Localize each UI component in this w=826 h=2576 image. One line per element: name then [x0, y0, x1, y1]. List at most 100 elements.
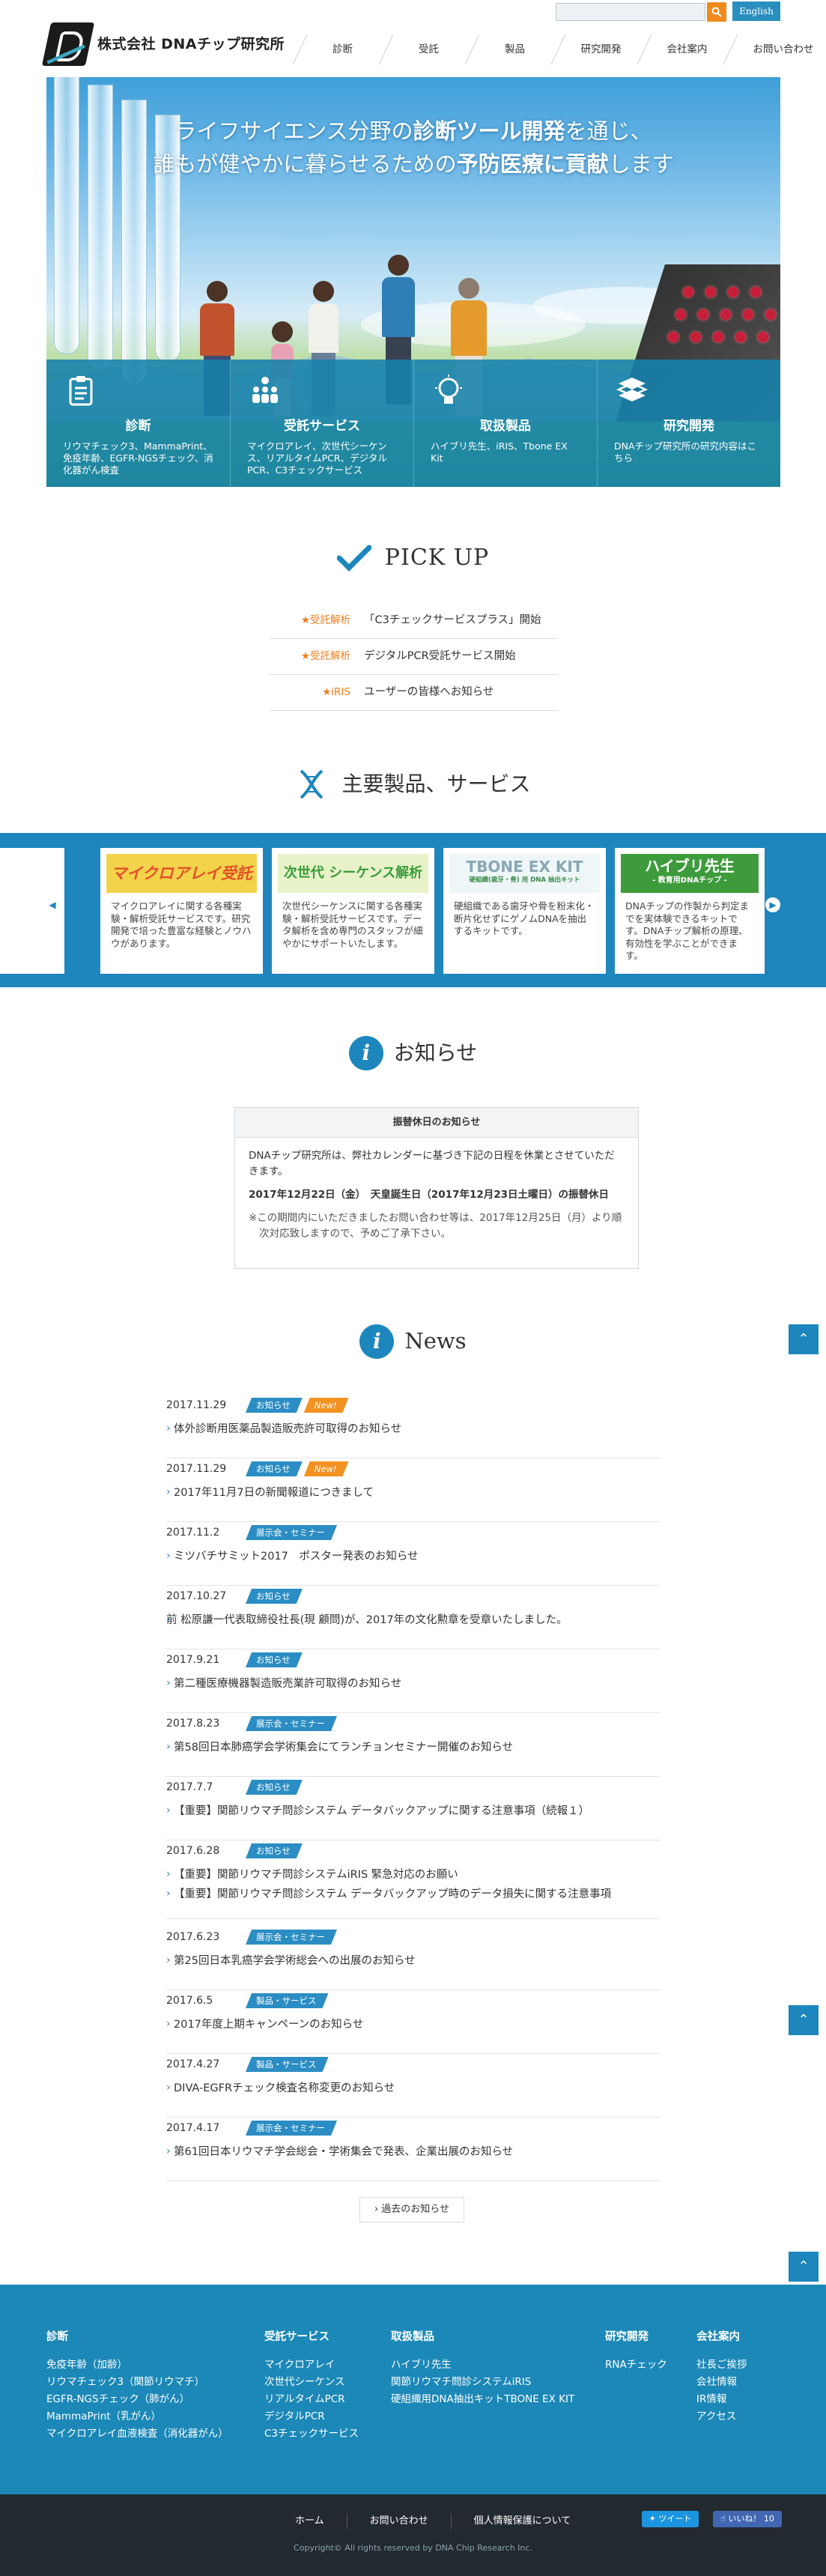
pickup-item[interactable]: ★iRIS ユーザーの皆様へお知らせ [270, 675, 558, 711]
footer-col-diagnosis: 診断 免疫年齢（加齢） リウマチェック3（関節リウマチ） EGFR-NGSチェッ… [46, 2331, 228, 2440]
lightbulb-icon [435, 375, 462, 404]
pickup-heading: PICK UP [0, 541, 826, 575]
tweet-button[interactable]: ✦ ツイート [642, 2511, 699, 2527]
nav-contact[interactable]: お問い合わせ [730, 30, 826, 69]
news-item: 2017.11.29お知らせNew! 2017年11月7日の新聞報道につきまして [166, 1458, 661, 1522]
back-to-top-button[interactable]: ⌃ [789, 1324, 819, 1354]
footer-col-products: 取扱製品 ハイブリ先生 関節リウマチ問診システムiRIS 硬組織用DNA抽出キッ… [391, 2331, 575, 2405]
news-link[interactable]: 第61回日本リウマチ学会総会・学術集会で発表、企業出展のお知らせ [166, 2144, 661, 2161]
nav-contract[interactable]: 受託 [386, 30, 472, 69]
news-link[interactable]: 2017年11月7日の新聞報道につきまして [166, 1485, 661, 1502]
hero-headline: ライフサイエンス分野の診断ツール開発を通じ、 誰もが健やかに暮らせるための予防医… [153, 118, 674, 177]
category-tag: お知らせ [246, 1461, 303, 1476]
thumbs-up-icon: ☝ [720, 2514, 729, 2524]
category-tag: 展示会・セミナー [246, 2121, 337, 2136]
pickup-item[interactable]: ★受託解析 デジタルPCR受託サービス開始 [270, 639, 558, 675]
carousel-next-button[interactable]: ▶ [765, 897, 780, 912]
nav-company[interactable]: 会社案内 [644, 30, 730, 69]
nav-products[interactable]: 製品 [472, 30, 558, 69]
news-item: 2017.7.7お知らせ 【重要】関節リウマチ問診システム データバックアップに… [166, 1777, 661, 1840]
category-tag: 製品・サービス [246, 1993, 329, 2008]
category-tag: 製品・サービス [246, 2057, 329, 2072]
product-card[interactable]: TBONE EX KIT 硬組織(歯牙・骨) 用 DNA 抽出キット 硬組織である… [443, 848, 606, 974]
news-link[interactable]: DIVA-EGFRチェック検査名称変更のお知らせ [166, 2080, 661, 2097]
footer-link-privacy[interactable]: 個人情報保護について [450, 2514, 594, 2529]
company-name: 株式会社 DNAチップ研究所 [97, 35, 285, 52]
hero-banner: ライフサイエンス分野の診断ツール開発を通じ、 誰もが健やかに暮らせるための予防医… [46, 77, 780, 487]
category-tag: お知らせ [246, 1780, 303, 1795]
product-card[interactable]: 次世代 シーケンス解析 次世代シーケンスに関する各種実験・解析受託サービスです。… [272, 848, 434, 974]
footer-sitemap: 診断 免疫年齢（加齢） リウマチェック3（関節リウマチ） EGFR-NGSチェッ… [0, 2285, 826, 2494]
english-button[interactable]: English [732, 1, 780, 21]
logo-mark-icon [41, 22, 95, 66]
product-banner: マイクロアレイ受託 [106, 854, 257, 893]
carousel-prev-button[interactable]: ◀ [45, 897, 60, 912]
news-item: 2017.10.27お知らせ 前 松原謙一代表取締役社長(現 顧問)が、2017… [166, 1586, 661, 1649]
product-card[interactable]: マイクロアレイ受託 マイクロアレイに関する各種実験・解析受託サービスです。研究開… [100, 848, 263, 974]
news-item: 2017.11.29お知らせNew! 体外診断用医薬品製造販売許可取得のお知らせ [166, 1395, 661, 1458]
search-button[interactable] [707, 2, 726, 22]
twitter-icon: ✦ [649, 2514, 659, 2524]
news-link[interactable]: 第二種医療機器製造販売業許可取得のお知らせ [166, 1676, 661, 1693]
search-input[interactable] [556, 3, 705, 21]
news-item: 2017.4.27製品・サービス DIVA-EGFRチェック検査名称変更のお知ら… [166, 2054, 661, 2118]
products-heading: 主要製品、サービス [0, 768, 826, 801]
clipboard-icon [69, 376, 93, 406]
hero-box-contract[interactable]: 受託サービス マイクロアレイ、次世代シーケンス、リアルタイムPCR、デジタルPC… [230, 360, 413, 487]
news-item: 2017.9.21お知らせ 第二種医療機器製造販売業許可取得のお知らせ [166, 1649, 661, 1713]
news-text: 前 松原謙一代表取締役社長(現 顧問)が、2017年の文化勲章を受章いたしました… [166, 1612, 661, 1629]
hero-box-research[interactable]: 研究開発 DNAチップ研究所の研究内容はこちら [597, 360, 780, 487]
info-icon: i [348, 1036, 383, 1070]
nav-research[interactable]: 研究開発 [558, 30, 644, 69]
back-to-top-button[interactable]: ⌃ [789, 2005, 819, 2035]
news-heading: i News [0, 1324, 826, 1359]
past-news-button[interactable]: › 過去のお知らせ [359, 2197, 464, 2222]
site-logo[interactable]: 株式会社 DNAチップ研究所 [41, 22, 285, 66]
new-badge: New! [304, 1398, 349, 1413]
dna-icon [300, 769, 324, 799]
footer-link-contact[interactable]: お問い合わせ [346, 2514, 451, 2529]
news-link[interactable]: 【重要】関節リウマチ問診システム データバックアップ時のデータ損失に関する注意事… [166, 1886, 661, 1903]
news-link[interactable]: 2017年度上期キャンペーンのお知らせ [166, 2016, 661, 2034]
news-link[interactable]: 【重要】関節リウマチ問診システムiRIS 緊急対応のお願い [166, 1867, 661, 1884]
news-link[interactable]: 【重要】関節リウマチ問診システム データバックアップに関する注意事項（続報１） [166, 1803, 661, 1820]
chevron-up-icon: ⌃ [798, 1331, 810, 1347]
news-item: 2017.6.23展示会・セミナー 第25回日本乳癌学会学術総会への出展のお知ら… [166, 1927, 661, 1990]
product-banner: TBONE EX KIT 硬組織(歯牙・骨) 用 DNA 抽出キット [449, 854, 600, 893]
category-tag: お知らせ [246, 1843, 303, 1858]
search-icon [711, 7, 722, 17]
pickup-item[interactable]: ★受託解析 「C3チェックサービスプラス」開始 [270, 603, 558, 639]
category-tag: 展示会・セミナー [246, 1716, 337, 1731]
hero-box-products[interactable]: 取扱製品 ハイブリ先生、iRIS、Tbone EX Kit [413, 360, 597, 487]
facebook-like-button[interactable]: ☝ いいね！ 10 [713, 2511, 782, 2527]
news-item: 2017.6.28お知らせ 【重要】関節リウマチ問診システムiRIS 緊急対応の… [166, 1840, 661, 1919]
product-banner: 次世代 シーケンス解析 [278, 854, 428, 893]
hero-category-bar: 診断 リウマチェック3、MammaPrint、免疫年齢、EGFR-NGSチェック… [46, 360, 780, 487]
product-banner: ハイブリ先生 - 教育用DNAチップ - [621, 854, 759, 893]
news-item: 2017.4.17展示会・セミナー 第61回日本リウマチ学会総会・学術集会で発表… [166, 2118, 661, 2181]
news-link[interactable]: 第25回日本乳癌学会学術総会への出展のお知らせ [166, 1953, 661, 1970]
category-tag: お知らせ [246, 1398, 303, 1413]
new-badge: New! [304, 1461, 349, 1476]
nav-diagnosis[interactable]: 診断 [300, 30, 386, 69]
notice-box-title: 振替休日のお知らせ [235, 1108, 638, 1138]
bottom-links: ホーム お問い合わせ 個人情報保護について [273, 2514, 593, 2529]
category-tag: 展示会・セミナー [246, 1525, 337, 1540]
news-item: 2017.11.2展示会・セミナー ミツバチサミット2017 ポスター発表のお知… [166, 1522, 661, 1586]
product-card[interactable]: ハイブリ先生 - 教育用DNAチップ - DNAチップの作製から判定までを実体験で… [615, 848, 765, 974]
footer-link-home[interactable]: ホーム [273, 2514, 347, 2529]
main-nav: 診断 受託 製品 研究開発 会社案内 お問い合わせ [300, 30, 826, 69]
news-item: 2017.8.23展示会・セミナー 第58回日本肺癌学会学術集会にてランチョンセ… [166, 1713, 661, 1777]
news-link[interactable]: 体外診断用医薬品製造販売許可取得のお知らせ [166, 1421, 661, 1438]
footer-col-contract: 受託サービス マイクロアレイ 次世代シーケンス リアルタイムPCR デジタルPC… [264, 2331, 359, 2440]
chevron-up-icon: ⌃ [798, 2258, 810, 2274]
bottom-bar: ホーム お問い合わせ 個人情報保護について ✦ ツイート ☝ いいね！ 10 C… [0, 2494, 826, 2576]
hero-box-diagnosis[interactable]: 診断 リウマチェック3、MammaPrint、免疫年齢、EGFR-NGSチェック… [46, 360, 230, 487]
back-to-top-button[interactable]: ⌃ [789, 2252, 819, 2282]
news-link[interactable]: ミツバチサミット2017 ポスター発表のお知らせ [166, 1548, 661, 1566]
info-icon: i [359, 1324, 395, 1359]
chevron-up-icon: ⌃ [798, 2012, 810, 2028]
news-link[interactable]: 第58回日本肺癌学会学術集会にてランチョンセミナー開催のお知らせ [166, 1739, 661, 1757]
category-tag: お知らせ [246, 1652, 303, 1667]
notice-heading: i お知らせ [0, 1036, 826, 1070]
